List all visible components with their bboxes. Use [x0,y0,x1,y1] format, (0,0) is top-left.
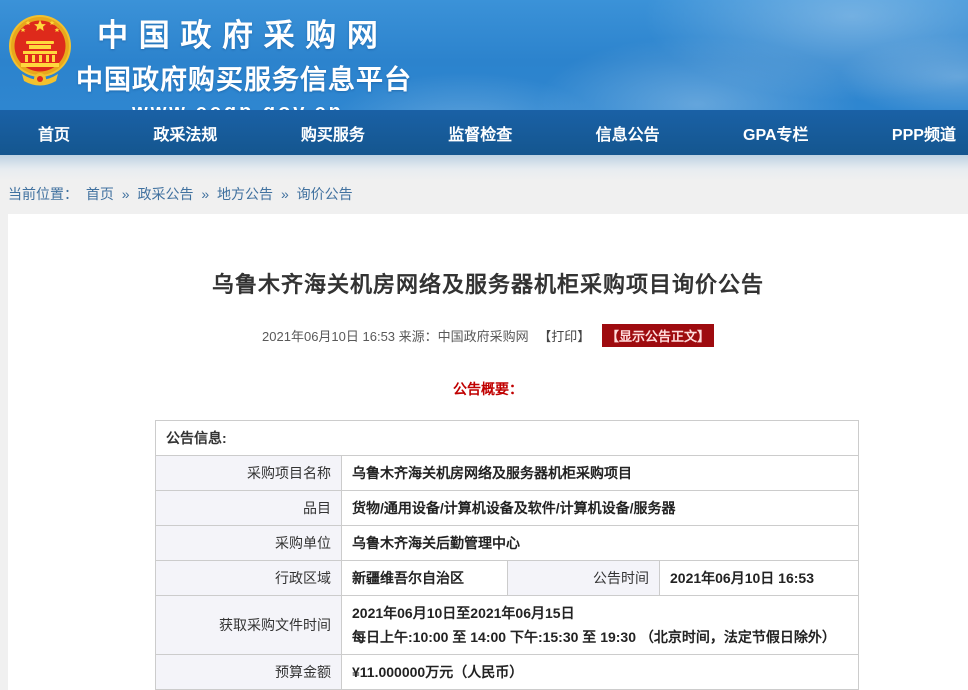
print-button[interactable]: 【打印】 [538,329,590,344]
summary-heading: 公告概要： [8,379,968,399]
breadcrumb-label: 当前位置： [8,186,78,202]
row-value: 2021年06月10日至2021年06月15日 每日上午:10:00 至 14:… [342,596,859,655]
doc-time-range: 2021年06月10日至2021年06月15日 [352,604,848,622]
row-value: 新疆维吾尔自治区 [342,561,508,596]
nav-item-services[interactable]: 购买服务 [301,121,365,145]
site-banner: 中 国 政 府 采 购 网 中国政府购买服务信息平台 www.ccgp.gov.… [0,0,968,110]
breadcrumb-item-notices[interactable]: 政采公告 [137,186,193,202]
breadcrumb-item-home[interactable]: 首页 [86,186,114,202]
breadcrumb-item-local[interactable]: 地方公告 [217,186,273,202]
doc-time-hours: 每日上午:10:00 至 14:00 下午:15:30 至 19:30 （北京时… [352,628,848,646]
chevron-separator-icon: » [201,186,209,202]
table-row: 采购单位 乌鲁木齐海关后勤管理中心 [156,526,859,561]
site-title: 中 国 政 府 采 购 网 [76,10,400,55]
source-label: 来源：中国政府采购网 [399,329,529,344]
nav-item-regulations[interactable]: 政采法规 [153,121,217,145]
section-header: 公告信息: [156,421,859,456]
breadcrumb-strip: 当前位置： 首页 » 政采公告 » 地方公告 » 询价公告 [0,155,968,214]
nav-item-home[interactable]: 首页 [38,121,70,145]
publish-datetime: 2021年06月10日 16:53 [262,329,395,344]
article-meta: 2021年06月10日 16:53 来源：中国政府采购网 【打印】 【显示公告正… [8,324,968,347]
site-subtitle: 中国政府购买服务信息平台 [76,58,400,97]
site-identity: 中 国 政 府 采 购 网 中国政府购买服务信息平台 www.ccgp.gov.… [76,10,400,124]
table-row-budget: 预算金额 ¥11.000000万元（人民币） [156,655,859,690]
breadcrumb: 当前位置： 首页 » 政采公告 » 地方公告 » 询价公告 [8,184,357,204]
show-notice-button[interactable]: 【显示公告正文】 [602,324,714,347]
nav-item-notices[interactable]: 信息公告 [596,121,660,145]
nav-item-ppp[interactable]: PPP频道 [892,121,956,145]
row-value: ¥11.000000万元（人民币） [342,655,859,690]
table-row-doc-time: 获取采购文件时间 2021年06月10日至2021年06月15日 每日上午:10… [156,596,859,655]
announcement-info-table: 公告信息: 采购项目名称 乌鲁木齐海关机房网络及服务器机柜采购项目 品目 货物/… [155,420,859,690]
row-label: 行政区域 [156,561,342,596]
nav-item-supervision[interactable]: 监督检查 [448,121,512,145]
table-row: 品目 货物/通用设备/计算机设备及软件/计算机设备/服务器 [156,491,859,526]
row-label: 品目 [156,491,342,526]
chevron-separator-icon: » [122,186,130,202]
table-row-region-time: 行政区域 新疆维吾尔自治区 公告时间 2021年06月10日 16:53 [156,561,859,596]
row-value: 乌鲁木齐海关机房网络及服务器机柜采购项目 [342,456,859,491]
row-value: 乌鲁木齐海关后勤管理中心 [342,526,859,561]
breadcrumb-item-inquiry[interactable]: 询价公告 [297,186,353,202]
row-label: 公告时间 [508,561,660,596]
table-section-header-row: 公告信息: [156,421,859,456]
row-value: 2021年06月10日 16:53 [660,561,859,596]
table-row: 采购项目名称 乌鲁木齐海关机房网络及服务器机柜采购项目 [156,456,859,491]
row-label: 获取采购文件时间 [156,596,342,655]
row-label: 预算金额 [156,655,342,690]
chevron-separator-icon: » [281,186,289,202]
national-emblem-icon [8,8,72,92]
main-nav: 首页 政采法规 购买服务 监督检查 信息公告 GPA专栏 PPP频道 [0,110,968,155]
page-title: 乌鲁木齐海关机房网络及服务器机柜采购项目询价公告 [8,267,968,299]
nav-item-gpa[interactable]: GPA专栏 [743,121,809,145]
row-label: 采购单位 [156,526,342,561]
row-label: 采购项目名称 [156,456,342,491]
row-value: 货物/通用设备/计算机设备及软件/计算机设备/服务器 [342,491,859,526]
content-card: 乌鲁木齐海关机房网络及服务器机柜采购项目询价公告 2021年06月10日 16:… [8,214,968,690]
